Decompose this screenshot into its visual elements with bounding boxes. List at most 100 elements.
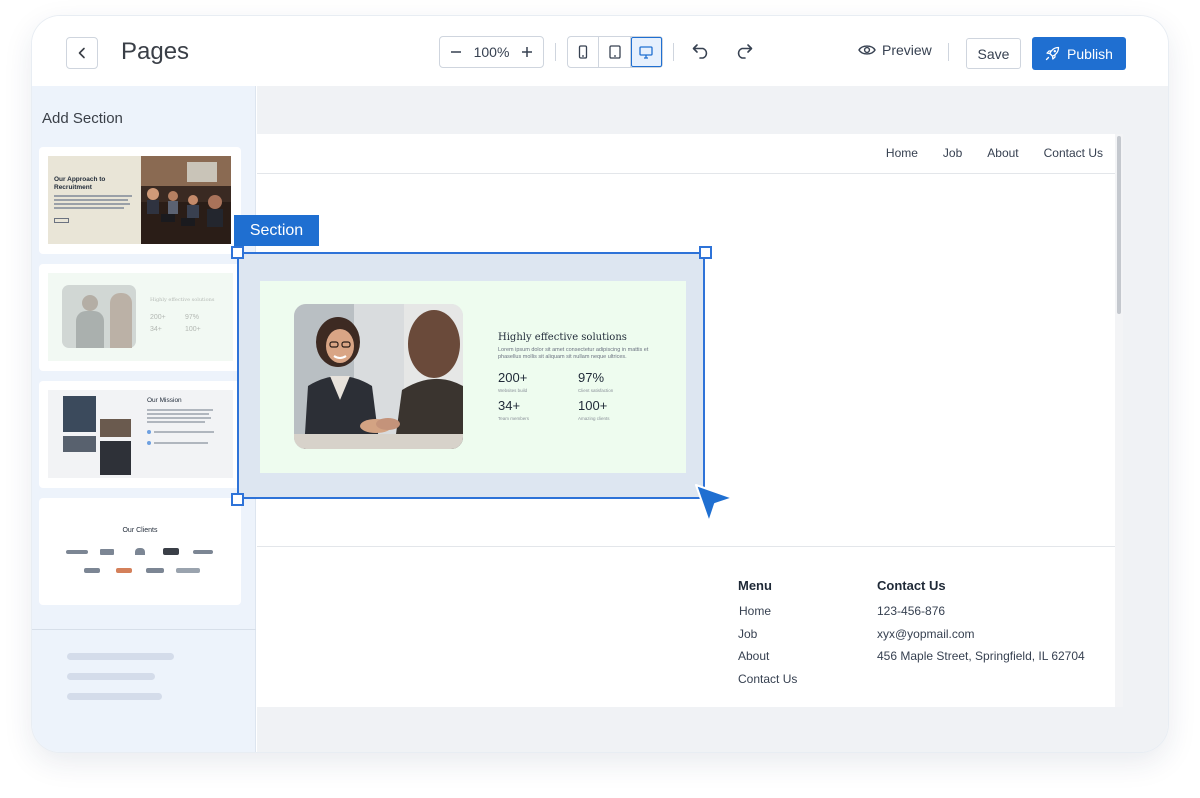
footer-link-contact[interactable]: Contact Us: [738, 672, 797, 686]
stat-label: Team members: [498, 416, 530, 421]
footer-link-home[interactable]: Home: [739, 604, 771, 618]
toolbar-divider: [948, 43, 949, 61]
thumbnail-photo-figure: [82, 295, 98, 311]
client-logo: [135, 548, 145, 555]
tablet-view-button[interactable]: [599, 37, 631, 67]
thumbnail-title: Our Clients: [122, 527, 158, 534]
client-logo: [163, 548, 179, 555]
handshake-photo: [294, 304, 463, 449]
footer-link-job[interactable]: Job: [738, 627, 757, 641]
zoom-out-button[interactable]: [448, 44, 464, 60]
thumbnail-title: Our Approach to Recruitment: [54, 176, 106, 191]
resize-handle-bottom-left[interactable]: [231, 493, 244, 506]
undo-button[interactable]: [690, 40, 712, 62]
loading-skeleton: [67, 653, 174, 660]
stat-value: 34+: [498, 398, 521, 413]
thumbnail-text-line: [54, 207, 124, 209]
thumbnail-bullet: [147, 430, 151, 434]
toolbar-divider: [673, 43, 674, 61]
back-button[interactable]: [66, 37, 98, 69]
stat-value: 100+: [578, 398, 608, 413]
footer-link-about[interactable]: About: [738, 649, 769, 663]
nav-contact[interactable]: Contact Us: [1044, 146, 1103, 160]
add-section-panel: Add Section Our Approach to Recruitment: [32, 86, 256, 752]
mobile-icon: [579, 45, 588, 59]
canvas-scrollbar-thumb[interactable]: [1117, 136, 1121, 314]
footer-email[interactable]: xyx@yopmail.com: [877, 627, 975, 641]
client-logo: [84, 568, 100, 573]
chevron-left-icon: [78, 47, 85, 59]
mobile-view-button[interactable]: [568, 37, 600, 67]
client-logo: [66, 550, 88, 554]
desktop-view-button[interactable]: [630, 37, 662, 67]
client-logo: [100, 549, 114, 555]
device-switcher: [567, 36, 663, 68]
undo-icon: [692, 44, 708, 59]
client-logo: [146, 568, 164, 573]
client-logo: [116, 568, 132, 573]
save-button[interactable]: Save: [966, 38, 1021, 69]
stat-value: 97%: [578, 370, 605, 385]
thumbnail-building-photo: [63, 396, 96, 432]
publish-button[interactable]: Publish: [1032, 37, 1126, 70]
panel-divider: [32, 629, 256, 630]
footer-divider: [257, 546, 1115, 547]
thumbnail-text-line: [54, 195, 132, 197]
thumbnail-photo: [62, 285, 136, 348]
nav-about[interactable]: About: [987, 146, 1018, 160]
preview-label: Preview: [882, 42, 932, 58]
footer-address: 456 Maple Street, Springfield, IL 62704: [877, 649, 1085, 663]
tablet-icon: [608, 45, 621, 59]
nav-job[interactable]: Job: [943, 146, 962, 160]
section-template-approach[interactable]: Our Approach to Recruitment: [39, 147, 241, 254]
nav-divider: [257, 173, 1115, 174]
section-description: Lorem ipsum dolor sit amet consectetur a…: [498, 347, 649, 360]
thumbnail-button: [54, 218, 69, 223]
selected-section[interactable]: Highly effective solutions Lorem ipsum d…: [237, 252, 705, 499]
thumbnail-stat: 100+: [185, 326, 201, 333]
preview-button[interactable]: Preview: [858, 42, 932, 58]
thumbnail-text-line: [154, 442, 208, 444]
panel-title: Add Section: [42, 110, 123, 127]
thumbnail-photo-figure: [76, 311, 104, 348]
zoom-value: 100%: [473, 44, 510, 60]
resize-handle-top-left[interactable]: [231, 246, 244, 259]
thumbnail-handshake-photo: [100, 441, 131, 475]
solutions-section: Highly effective solutions Lorem ipsum d…: [260, 281, 686, 473]
footer-contact-heading: Contact Us: [877, 578, 946, 593]
stat-label: Client satisfaction: [578, 388, 614, 393]
desktop-icon: [639, 45, 653, 59]
section-template-solutions[interactable]: Highly effective solutions 200+ 97% 34+ …: [39, 264, 241, 371]
client-logo: [176, 568, 200, 573]
thumbnail-text-line: [54, 203, 130, 205]
section-template-clients[interactable]: Our Clients: [39, 498, 241, 605]
thumbnail-text-line: [147, 417, 211, 419]
section-template-mission[interactable]: Our Mission: [39, 381, 241, 488]
thumbnail-title: Highly effective solutions: [150, 297, 215, 303]
thumbnail-text-line: [147, 421, 205, 423]
thumbnail-bullet: [147, 441, 151, 445]
eye-icon: [858, 45, 876, 55]
redo-button[interactable]: [733, 40, 755, 62]
publish-label: Publish: [1067, 45, 1113, 62]
thumbnail-stat: 200+: [150, 314, 166, 321]
resize-handle-top-right[interactable]: [699, 246, 712, 259]
stat-value: 200+: [498, 370, 528, 385]
top-toolbar: Pages 100% Preview Save Publish: [32, 16, 1168, 86]
page-title: Pages: [121, 38, 190, 65]
thumbnail-text-line: [147, 413, 209, 415]
footer-menu-heading: Menu: [738, 578, 772, 593]
section-heading: Highly effective solutions: [498, 332, 627, 343]
thumbnail-stat: 97%: [185, 314, 200, 321]
thumbnail-text-line: [54, 199, 128, 201]
thumbnail-photo-figure: [110, 293, 132, 348]
nav-home[interactable]: Home: [886, 146, 918, 160]
redo-icon: [737, 44, 753, 59]
stat-label: Amazing clients: [578, 416, 610, 421]
toolbar-divider: [555, 43, 556, 61]
rocket-icon: [1045, 46, 1060, 61]
plus-icon: [522, 47, 532, 57]
zoom-in-button[interactable]: [519, 44, 535, 60]
thumbnail-text-line: [147, 409, 213, 411]
site-nav: Home Job About Contact Us: [861, 146, 1103, 160]
